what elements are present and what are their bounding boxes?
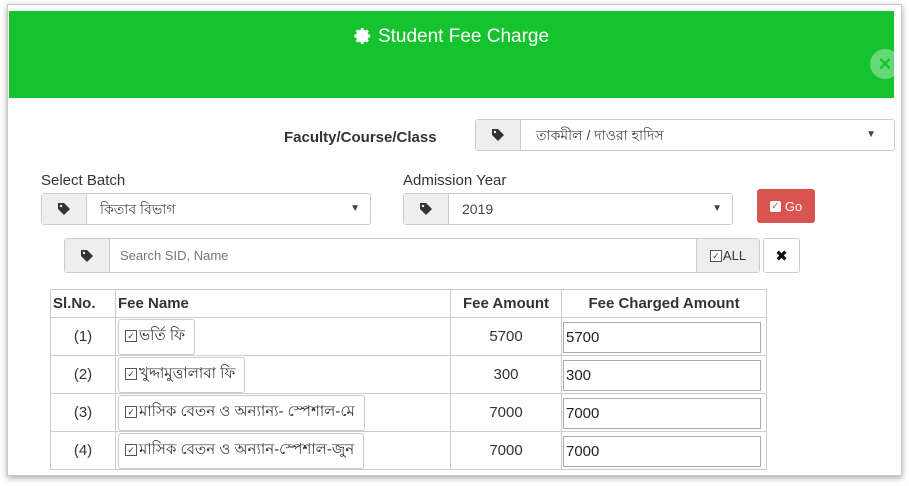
checkbox-checked-icon: ✓ — [125, 405, 137, 418]
charged-amount-input[interactable]: 300 — [563, 360, 761, 391]
charged-cell: 7000 — [561, 393, 767, 432]
admission-year-select[interactable]: 2019 ▼ — [403, 193, 733, 225]
faculty-label: Faculty/Course/Class — [284, 129, 437, 146]
all-label: ALL — [722, 248, 747, 263]
row-sl: (4) — [50, 431, 116, 470]
charged-amount-input[interactable]: 5700 — [563, 322, 761, 353]
row-sl: (1) — [50, 317, 116, 356]
clear-button[interactable]: ✖ — [763, 238, 800, 273]
fee-name: মাসিক বেতন ও অন্যান্য- স্পেশাল-মে — [139, 402, 355, 420]
checkbox-icon: ✓ — [769, 200, 781, 212]
tag-icon — [65, 239, 110, 272]
row-sl: (3) — [50, 393, 116, 432]
chevron-down-icon: ▼ — [866, 129, 876, 140]
search-group: ✓ALL — [64, 238, 760, 273]
col-header-fee-name: Fee Name — [115, 289, 451, 318]
fee-table: Sl.No. Fee Name Fee Amount Fee Charged A… — [50, 289, 767, 470]
fee-amount: 5700 — [450, 317, 562, 356]
checkbox-checked-icon: ✓ — [125, 443, 137, 456]
fee-name-cell: ✓ মাসিক বেতন ও অন্যান-স্পেশাল-জুন — [115, 431, 451, 470]
faculty-select-value: তাকমীল / দাওরা হাদিস — [536, 127, 664, 143]
fee-name: খুদ্দামুত্তালাবা ফি — [139, 364, 236, 382]
fee-checkbox[interactable]: ✓ ভর্তি ফি — [118, 318, 196, 355]
fee-checkbox[interactable]: ✓ খুদ্দামুত্তালাবা ফি — [118, 356, 246, 393]
table-header-row: Sl.No. Fee Name Fee Amount Fee Charged A… — [50, 289, 767, 318]
admission-year-value: 2019 — [462, 201, 494, 217]
charged-amount-input[interactable]: 7000 — [563, 398, 761, 429]
page-title-text: Student Fee Charge — [377, 26, 550, 47]
tag-icon — [404, 194, 449, 224]
chevron-down-icon: ▼ — [712, 203, 722, 214]
fee-name: ভর্তি ফি — [139, 326, 186, 344]
close-icon[interactable]: × — [870, 49, 900, 79]
col-header-charged: Fee Charged Amount — [561, 289, 767, 318]
faculty-select[interactable]: তাকমীল / দাওরা হাদিস ▼ — [475, 119, 895, 151]
checkbox-checked-icon: ✓ — [125, 329, 137, 342]
fee-name-cell: ✓ ভর্তি ফি — [115, 317, 451, 356]
admission-label: Admission Year — [403, 172, 507, 189]
table-row: (2) ✓ খুদ্দামুত্তালাবা ফি 300 300 — [50, 355, 767, 394]
page-header: Student Fee Charge × — [9, 11, 900, 98]
batch-label: Select Batch — [41, 172, 126, 189]
col-header-fee-amount: Fee Amount — [450, 289, 562, 318]
go-button[interactable]: ✓ Go — [757, 189, 815, 223]
fee-name: মাসিক বেতন ও অন্যান-স্পেশাল-জুন — [139, 440, 355, 458]
table-row: (4) ✓ মাসিক বেতন ও অন্যান-স্পেশাল-জুন 700… — [50, 431, 767, 470]
checkbox-checked-icon: ✓ — [125, 367, 137, 380]
tag-icon — [476, 120, 521, 150]
search-input[interactable] — [109, 239, 695, 272]
charged-amount-input[interactable]: 7000 — [563, 436, 761, 467]
table-row: (1) ✓ ভর্তি ফি 5700 5700 — [50, 317, 767, 356]
table-row: (3) ✓ মাসিক বেতন ও অন্যান্য- স্পেশাল-মে 7… — [50, 393, 767, 432]
charged-cell: 7000 — [561, 431, 767, 470]
batch-select[interactable]: কিতাব বিভাগ ▼ — [41, 193, 371, 225]
page-title: Student Fee Charge — [9, 26, 894, 51]
go-button-label: Go — [784, 198, 803, 214]
gear-icon — [354, 27, 372, 51]
all-checkbox[interactable]: ✓ ALL — [696, 239, 759, 272]
charged-cell: 300 — [561, 355, 767, 394]
row-sl: (2) — [50, 355, 116, 394]
batch-select-value: কিতাব বিভাগ — [100, 201, 176, 217]
fee-checkbox[interactable]: ✓ মাসিক বেতন ও অন্যান্য- স্পেশাল-মে — [118, 394, 365, 431]
charged-cell: 5700 — [561, 317, 767, 356]
col-header-sl: Sl.No. — [50, 289, 116, 318]
fee-name-cell: ✓ মাসিক বেতন ও অন্যান্য- স্পেশাল-মে — [115, 393, 451, 432]
fee-amount: 7000 — [450, 431, 562, 470]
chevron-down-icon: ▼ — [350, 203, 360, 214]
fee-name-cell: ✓ খুদ্দামুত্তালাবা ফি — [115, 355, 451, 394]
fee-checkbox[interactable]: ✓ মাসিক বেতন ও অন্যান-স্পেশাল-জুন — [118, 432, 365, 469]
fee-amount: 7000 — [450, 393, 562, 432]
tag-icon — [42, 194, 87, 224]
checkbox-checked-icon: ✓ — [709, 249, 722, 262]
close-icon: ✖ — [775, 247, 788, 265]
fee-amount: 300 — [450, 355, 562, 394]
